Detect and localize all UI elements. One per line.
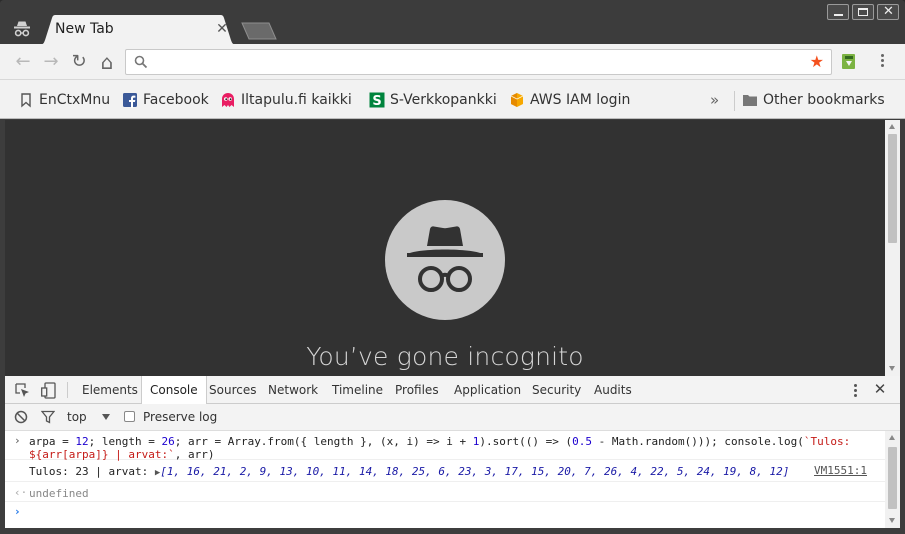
tab-new-tab[interactable]: New Tab ✕ [38,15,238,45]
window-border-right [900,119,905,534]
return-value: undefined [29,487,89,500]
tab-security[interactable]: Security [530,376,583,404]
bookmark-label: S-Verkkopankki [390,92,497,108]
bookmark-aws-iam[interactable]: AWS IAM login [509,91,634,109]
bookmarks-overflow-button[interactable]: » [710,91,719,109]
incognito-page: You’ve gone incognito [5,120,885,376]
tab-strip: New Tab ✕ ✕ [0,0,905,45]
bookmark-s-verkkopankki[interactable]: S S-Verkkopankki [369,91,499,109]
page-scrollbar-thumb[interactable] [888,134,897,243]
console-log-entry: Tulos: 23 | arvat: ▶[1, 16, 21, 2, 9, 13… [5,460,885,482]
aws-icon [510,93,524,107]
clear-console-icon[interactable] [14,410,28,424]
extension-icon[interactable] [840,53,858,71]
bookmark-label: Iltapulu.fi kaikki [241,92,352,108]
forward-button[interactable]: → [39,50,63,74]
console-input-entry: › arpa = 12; length = 26; arr = Array.fr… [5,431,885,461]
bookmark-facebook[interactable]: Facebook [122,91,212,109]
minimize-button[interactable] [827,4,849,20]
console-prompt[interactable]: › [5,502,885,522]
bookmark-star-icon[interactable]: ★ [810,53,824,71]
devtools-close-icon[interactable]: ✕ [871,379,889,399]
console-output[interactable]: › arpa = 12; length = 26; arr = Array.fr… [5,431,885,528]
bookmark-label: EnCtxMnu [39,92,111,108]
iltapulu-icon [222,93,234,107]
page-title: You’ve gone incognito [306,342,584,371]
tab-close-icon[interactable]: ✕ [215,22,229,36]
console-prompt-icon: › [14,505,21,518]
input-prompt-icon: › [14,434,21,447]
tab-elements[interactable]: Elements [80,376,140,404]
tab-application[interactable]: Application [452,376,523,404]
new-tab-button[interactable] [241,22,277,40]
preserve-log-checkbox[interactable] [124,411,135,422]
filter-icon[interactable] [41,410,55,424]
tab-timeline[interactable]: Timeline [330,376,385,404]
tab-title: New Tab [55,21,114,37]
return-arrow-icon: ‹· [14,486,28,499]
tab-network[interactable]: Network [266,376,320,404]
folder-icon [743,95,757,106]
facebook-icon [123,93,137,108]
logged-array[interactable]: [1, 16, 21, 2, 9, 13, 10, 11, 14, 18, 25… [160,465,789,478]
chrome-menu-icon[interactable] [874,52,890,72]
browser-toolbar: ← → ↻ ⌂ ★ [0,44,905,80]
s-bank-icon: S [369,92,385,108]
console-source-link[interactable]: VM1551:1 [814,464,867,477]
bookmark-iltapulu[interactable]: Iltapulu.fi kaikki [220,91,356,109]
bookmark-enctxmnu[interactable]: EnCtxMnu [18,91,113,109]
console-scrollbar[interactable] [885,431,900,528]
tab-profiles[interactable]: Profiles [393,376,441,404]
tab-sources[interactable]: Sources [207,376,258,404]
bookmarks-bar: EnCtxMnu Facebook Iltapulu.fi kaikki S S… [0,80,905,119]
console-scrollbar-thumb[interactable] [888,447,897,509]
bookmark-label: Other bookmarks [763,92,885,108]
devtools-panel: Elements Console Sources Network Timelin… [5,376,900,528]
bookmark-outline-icon [21,93,31,108]
context-dropdown-icon[interactable] [102,414,110,420]
maximize-button[interactable] [852,4,874,20]
console-input-text: arpa = 12; length = 26; arr = Array.from… [29,435,851,461]
devtools-separator [67,382,68,398]
close-window-button[interactable]: ✕ [877,4,899,20]
reload-button[interactable]: ↻ [67,50,91,74]
bookmark-label: AWS IAM login [530,92,631,108]
svg-text:S: S [372,94,381,108]
devtools-tabbar: Elements Console Sources Network Timelin… [5,376,900,405]
console-return-entry: ‹· undefined [5,482,885,502]
incognito-spy-icon [407,226,483,292]
window-border-bottom [0,528,905,534]
tab-console[interactable]: Console [141,376,207,405]
search-icon [134,55,148,69]
devtools-menu-icon[interactable] [850,383,860,399]
console-toolbar: top Preserve log [5,404,900,431]
inspect-element-icon[interactable] [15,383,30,398]
tab-audits[interactable]: Audits [592,376,634,404]
page-scrollbar[interactable] [885,120,900,376]
home-button[interactable]: ⌂ [95,50,119,74]
console-log-text: Tulos: 23 | arvat: ▶[1, 16, 21, 2, 9, 13… [29,465,790,478]
other-bookmarks-folder[interactable]: Other bookmarks [742,91,892,109]
bookmarks-separator [734,91,740,111]
preserve-log-label: Preserve log [143,410,218,424]
bookmark-label: Facebook [143,92,209,108]
device-toolbar-icon[interactable] [41,382,56,399]
back-button[interactable]: ← [11,50,35,74]
context-select[interactable]: top [67,410,87,424]
omnibox[interactable]: ★ [125,49,832,75]
incognito-logo [385,200,505,320]
browser-window: New Tab ✕ ✕ ← → ↻ ⌂ ★ EnCtxMnu Facebook … [0,0,905,534]
incognito-icon [14,21,30,37]
